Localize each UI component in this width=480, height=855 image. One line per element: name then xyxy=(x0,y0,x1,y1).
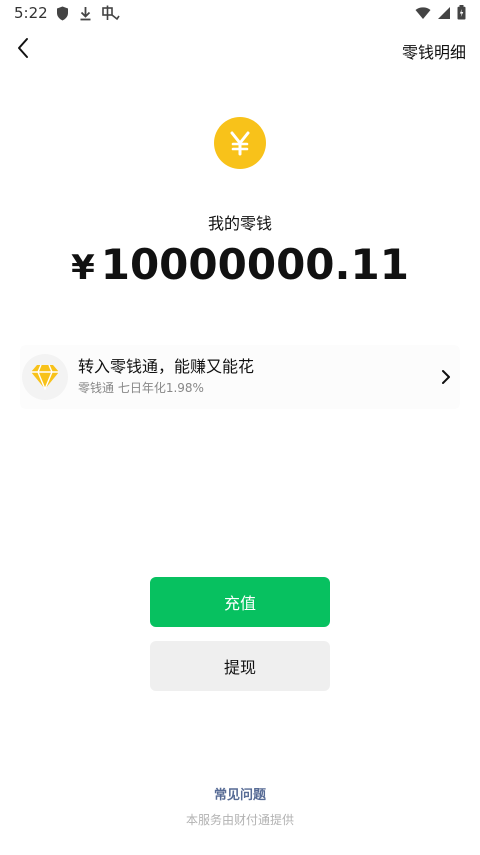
balance-amount: ¥10000000.11 xyxy=(0,240,480,289)
provider-note: 本服务由财付通提供 xyxy=(185,813,294,827)
notification-icon xyxy=(102,5,120,25)
shield-icon xyxy=(56,6,69,25)
lingqiantong-promo-card[interactable]: 转入零钱通，能赚又能花 零钱通 七日年化1.98% xyxy=(20,345,460,409)
status-icons-left xyxy=(56,5,120,25)
chevron-right-icon xyxy=(434,369,458,385)
signal-icon xyxy=(437,5,451,24)
download-icon xyxy=(79,6,92,25)
status-bar: 5:22 xyxy=(0,0,480,28)
balance-label: 我的零钱 xyxy=(207,214,272,233)
promo-title: 转入零钱通，能赚又能花 xyxy=(78,357,255,376)
back-button[interactable] xyxy=(8,32,38,68)
withdraw-button[interactable]: 提现 xyxy=(150,641,330,691)
topup-button[interactable]: 充值 xyxy=(150,577,330,627)
nav-bar: 零钱明细 xyxy=(0,30,480,70)
status-time: 5:22 xyxy=(14,4,48,22)
battery-icon xyxy=(457,5,466,24)
balance-details-link[interactable]: 零钱明细 xyxy=(402,39,466,63)
yuan-coin-icon xyxy=(214,117,266,169)
currency-symbol: ¥ xyxy=(71,248,95,288)
chevron-left-icon xyxy=(16,37,30,63)
wifi-icon xyxy=(415,5,431,24)
promo-text: 转入零钱通，能赚又能花 零钱通 七日年化1.98% xyxy=(78,357,434,397)
promo-subtitle: 零钱通 七日年化1.98% xyxy=(78,381,204,395)
status-icons-right xyxy=(415,5,466,24)
faq-link[interactable]: 常见问题 xyxy=(0,784,480,803)
balance-value: 10000000.11 xyxy=(100,240,409,289)
diamond-icon xyxy=(22,354,68,400)
